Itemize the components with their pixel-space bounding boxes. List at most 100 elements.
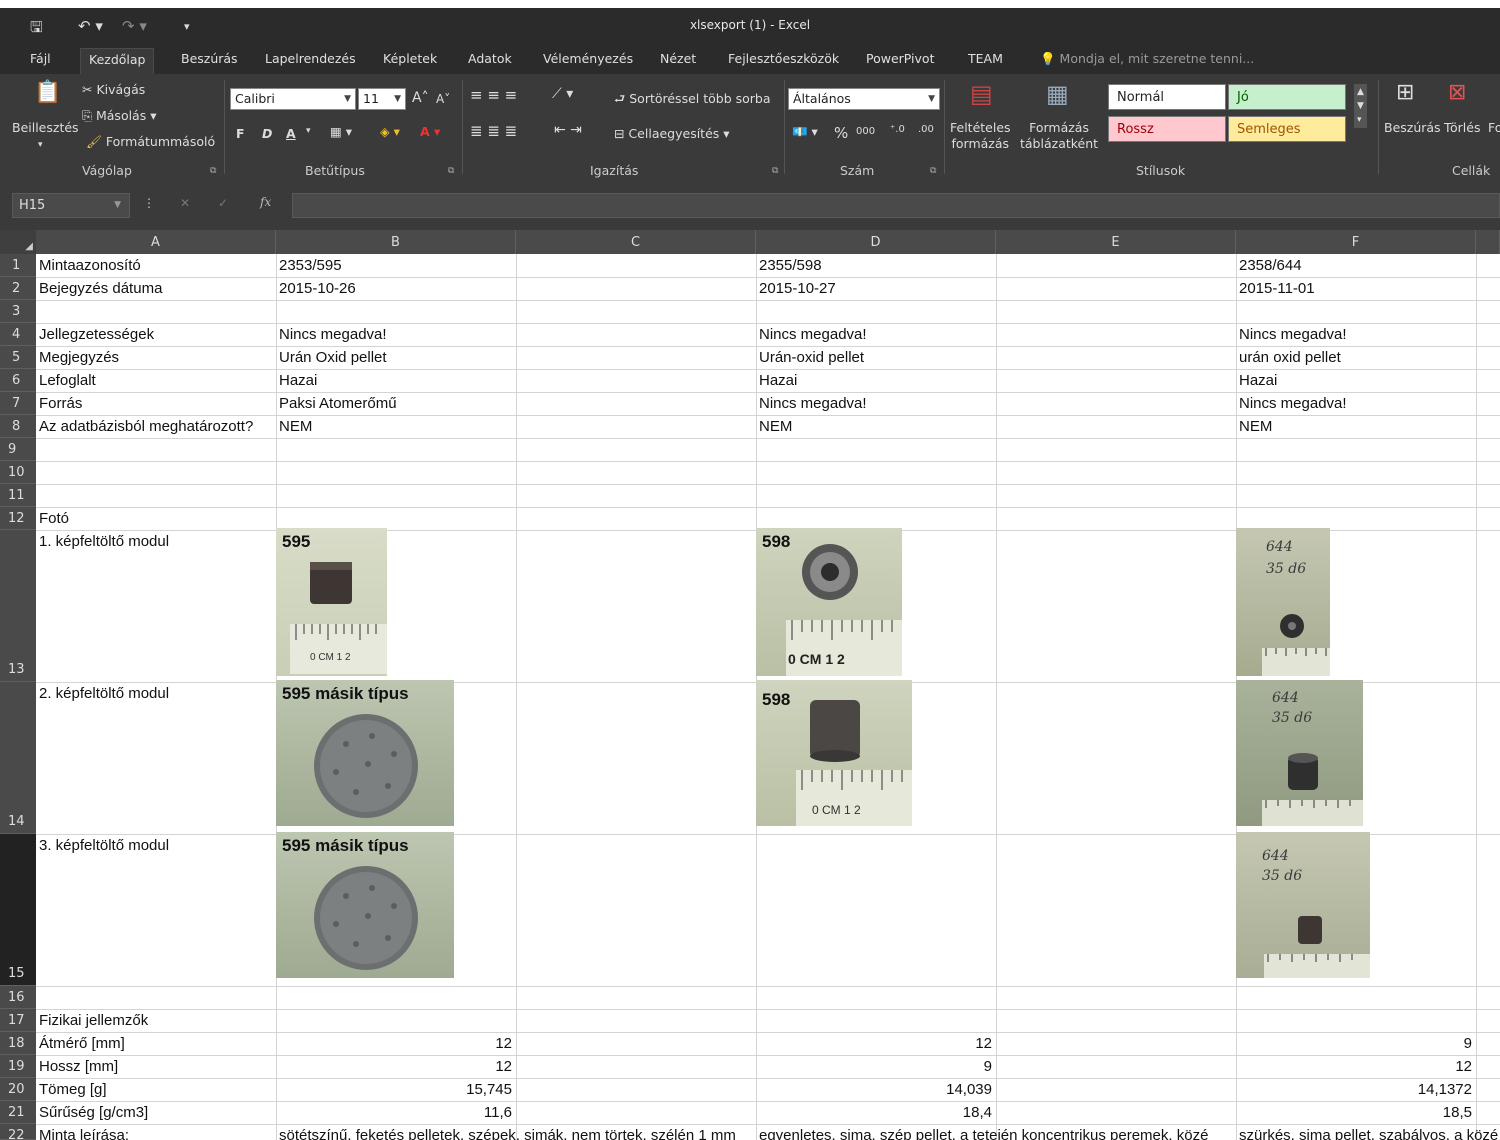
cell-b22[interactable]: sötétszínű, feketés pelletek, szépek, si… xyxy=(276,1125,756,1140)
cell-f7[interactable]: Nincs megadva! xyxy=(1236,393,1476,415)
clipboard-launcher-icon[interactable]: ⧉ xyxy=(210,166,216,176)
row-header-20[interactable]: 20 xyxy=(0,1078,36,1101)
shrink-font-icon[interactable]: A˅ xyxy=(436,92,450,106)
row-header-6[interactable]: 6 xyxy=(0,369,36,392)
cell-f6[interactable]: Hazai xyxy=(1236,370,1476,392)
font-size-select[interactable]: 11 ▼ xyxy=(358,88,406,110)
tab-powerpivot[interactable]: PowerPivot xyxy=(858,48,942,74)
row-header-9[interactable]: 9 xyxy=(0,438,36,461)
tell-me-search[interactable]: 💡 Mondja el, mit szeretne tenni... xyxy=(1040,51,1254,67)
delete-cells-button[interactable]: Törlés xyxy=(1444,120,1480,135)
increase-decimal-icon[interactable]: ⁺.0 xyxy=(890,124,905,135)
cell-a22[interactable]: Minta leírása: xyxy=(36,1125,276,1140)
cell-b2[interactable]: 2015-10-26 xyxy=(276,278,516,300)
row-header-8[interactable]: 8 xyxy=(0,415,36,438)
row-header-14[interactable]: 14 xyxy=(0,682,36,834)
orientation-icon[interactable]: ⟋ ▾ xyxy=(552,86,573,102)
font-name-select[interactable]: Calibri ▼ xyxy=(230,88,356,110)
row-header-5[interactable]: 5 xyxy=(0,346,36,369)
more-icon[interactable]: ⋮ xyxy=(143,196,155,210)
fill-color-icon[interactable]: ◈ ▾ xyxy=(380,124,400,139)
cell-d4[interactable]: Nincs megadva! xyxy=(756,324,996,346)
column-header-d[interactable]: D xyxy=(756,230,996,254)
merge-center-button[interactable]: ⊟ Cellaegyesítés ▾ xyxy=(614,126,730,141)
cut-button[interactable]: ✂ Kivágás xyxy=(82,82,145,97)
cell-d2[interactable]: 2015-10-27 xyxy=(756,278,996,300)
decrease-decimal-icon[interactable]: .00 xyxy=(918,124,934,135)
grow-font-icon[interactable]: A˄ xyxy=(412,90,429,106)
insert-function-icon[interactable]: fx xyxy=(260,195,271,209)
format-cells-button[interactable]: Fo xyxy=(1488,120,1500,135)
cell-a7[interactable]: Forrás xyxy=(36,393,276,415)
row-header-2[interactable]: 2 xyxy=(0,277,36,300)
cell-b6[interactable]: Hazai xyxy=(276,370,516,392)
column-header-a[interactable]: A xyxy=(36,230,276,254)
cell-f1[interactable]: 2358/644 xyxy=(1236,255,1476,277)
cell-a19[interactable]: Hossz [mm] xyxy=(36,1056,276,1078)
cell-a12[interactable]: Fotó xyxy=(36,508,276,530)
cell-f2[interactable]: 2015-11-01 xyxy=(1236,278,1476,300)
row-header-18[interactable]: 18 xyxy=(0,1032,36,1055)
column-header-f[interactable]: F xyxy=(1236,230,1476,254)
paste-icon[interactable]: 📋 xyxy=(34,80,61,105)
italic-button[interactable]: D xyxy=(262,126,272,141)
paste-dropdown-icon[interactable]: ▾ xyxy=(38,140,43,150)
cell-f20[interactable]: 14,1372 xyxy=(1236,1079,1476,1101)
cell-a20[interactable]: Tömeg [g] xyxy=(36,1079,276,1101)
percent-button[interactable]: % xyxy=(834,124,848,142)
cell-b8[interactable]: NEM xyxy=(276,416,516,438)
cell-d19[interactable]: 9 xyxy=(756,1056,996,1078)
currency-icon[interactable]: 💶 ▾ xyxy=(792,124,818,140)
tab-formulas[interactable]: Képletek xyxy=(375,48,445,74)
cell-a18[interactable]: Átmérő [mm] xyxy=(36,1033,276,1055)
row-header-15[interactable]: 15 xyxy=(0,834,36,986)
row-header-7[interactable]: 7 xyxy=(0,392,36,415)
row-header-11[interactable]: 11 xyxy=(0,484,36,507)
cell-d6[interactable]: Hazai xyxy=(756,370,996,392)
row-header-16[interactable]: 16 xyxy=(0,986,36,1009)
row-header-22[interactable]: 22 xyxy=(0,1124,36,1140)
cell-a13[interactable]: 1. képfeltöltő modul xyxy=(36,531,276,553)
format-as-table-button[interactable]: Formázás táblázatként xyxy=(1020,120,1098,152)
cell-a5[interactable]: Megjegyzés xyxy=(36,347,276,369)
tab-team[interactable]: TEAM xyxy=(960,48,1011,74)
align-top-icon[interactable]: ≡ ≡ ≡ xyxy=(470,86,517,104)
insert-cells-button[interactable]: Beszúrás xyxy=(1384,120,1441,135)
cell-f8[interactable]: NEM xyxy=(1236,416,1476,438)
sample-photo[interactable]: 598 0 CM 1 2 xyxy=(756,680,912,826)
cell-f21[interactable]: 18,5 xyxy=(1236,1102,1476,1124)
thousands-button[interactable]: 000 xyxy=(856,126,875,137)
tab-page-layout[interactable]: Lapelrendezés xyxy=(257,48,364,74)
tab-file[interactable]: Fájl xyxy=(22,48,59,74)
row-header-17[interactable]: 17 xyxy=(0,1009,36,1032)
cancel-icon[interactable]: ✕ xyxy=(180,196,190,210)
cell-b19[interactable]: 12 xyxy=(276,1056,516,1078)
cell-a4[interactable]: Jellegzetességek xyxy=(36,324,276,346)
cell-f4[interactable]: Nincs megadva! xyxy=(1236,324,1476,346)
cell-b4[interactable]: Nincs megadva! xyxy=(276,324,516,346)
cell-f19[interactable]: 12 xyxy=(1236,1056,1476,1078)
cell-d5[interactable]: Urán-oxid pellet xyxy=(756,347,996,369)
number-format-select[interactable]: Általános ▼ xyxy=(788,88,940,110)
underline-button[interactable]: A xyxy=(286,126,296,141)
borders-icon[interactable]: ▦ ▾ xyxy=(330,124,352,139)
tab-insert[interactable]: Beszúrás xyxy=(173,48,246,74)
styles-scroll-icon[interactable]: ▲ ▼ ▾ xyxy=(1354,84,1367,128)
row-header-12[interactable]: 12 xyxy=(0,507,36,530)
tab-home[interactable]: Kezdőlap xyxy=(80,48,155,74)
indent-icon[interactable]: ⇤ ⇥ xyxy=(554,122,582,138)
cell-b7[interactable]: Paksi Atomerőmű xyxy=(276,393,516,415)
cell-d18[interactable]: 12 xyxy=(756,1033,996,1055)
style-neutral[interactable]: Semleges xyxy=(1228,116,1346,142)
cell-a6[interactable]: Lefoglalt xyxy=(36,370,276,392)
enter-icon[interactable]: ✓ xyxy=(218,196,228,210)
sample-photo[interactable]: 644 35 d6 xyxy=(1236,832,1370,978)
cell-f18[interactable]: 9 xyxy=(1236,1033,1476,1055)
font-launcher-icon[interactable]: ⧉ xyxy=(448,166,454,176)
cell-b20[interactable]: 15,745 xyxy=(276,1079,516,1101)
cell-b5[interactable]: Urán Oxid pellet xyxy=(276,347,516,369)
cell-b18[interactable]: 12 xyxy=(276,1033,516,1055)
row-header-3[interactable]: 3 xyxy=(0,300,36,323)
cell-d22[interactable]: egyenletes, sima, szép pellet, a tetején… xyxy=(756,1125,1236,1140)
cell-a15[interactable]: 3. képfeltöltő modul xyxy=(36,835,276,857)
